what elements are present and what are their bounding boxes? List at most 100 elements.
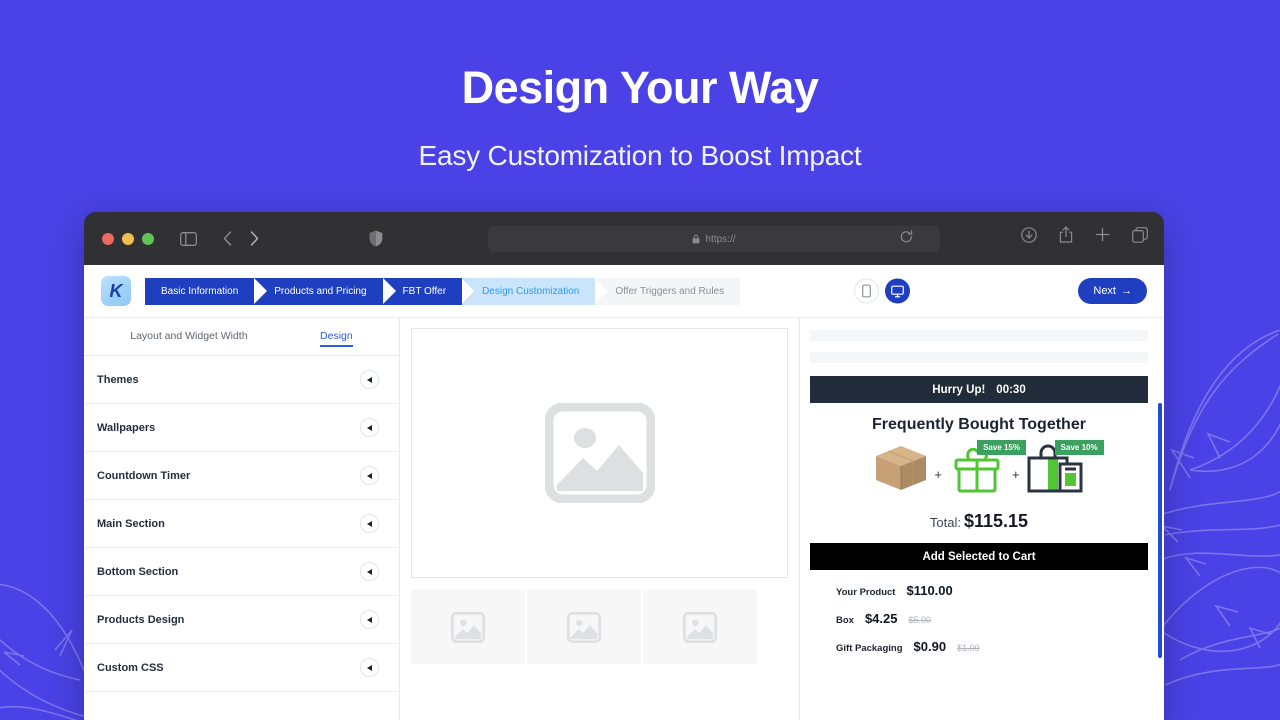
tab-layout-and-widget-width[interactable]: Layout and Widget Width: [130, 330, 247, 344]
widget-title: Frequently Bought Together: [872, 416, 1086, 433]
step-label: FBT Offer: [402, 285, 447, 297]
sidebar-item-products-design[interactable]: Products Design: [84, 596, 399, 644]
image-placeholder-icon: [683, 611, 717, 643]
sidebar-item-label: Custom CSS: [97, 661, 164, 674]
tab-design[interactable]: Design: [320, 330, 353, 347]
step-design-customization[interactable]: Design Customization: [462, 277, 609, 305]
sidebar-item-label: Countdown Timer: [97, 469, 191, 482]
desktop-icon[interactable]: [885, 278, 910, 304]
chevron-left-icon[interactable]: [360, 658, 379, 677]
line-item-box: Box $4.25 $5.00: [810, 611, 1148, 626]
reload-icon[interactable]: [900, 230, 913, 244]
thumbnail-3[interactable]: [643, 590, 757, 664]
step-products-and-pricing[interactable]: Products and Pricing: [254, 277, 396, 305]
mobile-icon[interactable]: [854, 278, 879, 304]
thumbnail-2[interactable]: [527, 590, 641, 664]
chevron-left-icon[interactable]: [360, 562, 379, 581]
sidebar-item-wallpapers[interactable]: Wallpapers: [84, 404, 399, 452]
sidebar-icon[interactable]: [180, 231, 197, 246]
step-basic-information[interactable]: Basic Information: [145, 277, 268, 305]
line-item-gift-packaging: Gift Packaging $0.90 $1.00: [810, 639, 1148, 654]
image-placeholder-icon: [567, 611, 601, 643]
vertical-scrollbar[interactable]: [1158, 403, 1162, 658]
sidebar-item-themes[interactable]: Themes: [84, 356, 399, 404]
sidebar-item-label: Products Design: [97, 613, 185, 626]
skeleton-bar: [810, 352, 1148, 363]
line-item-your-product: Your Product $110.00: [810, 583, 1148, 598]
page-root: Design Your Way Easy Customization to Bo…: [0, 0, 1280, 720]
lock-icon: [693, 234, 700, 244]
device-toggle: [854, 278, 910, 304]
sidebar-item-bottom-section[interactable]: Bottom Section: [84, 548, 399, 596]
app-logo[interactable]: K: [101, 276, 131, 306]
maximize-window-button[interactable]: [142, 232, 154, 245]
arrow-right-icon: →: [1121, 285, 1132, 297]
line-item-price: $4.25: [864, 611, 898, 626]
forward-icon[interactable]: [250, 231, 259, 246]
chevron-left-icon[interactable]: [360, 514, 379, 533]
image-placeholder-icon: [451, 611, 485, 643]
line-item-old-price: $1.00: [957, 643, 980, 653]
countdown-time: 00:30: [996, 383, 1026, 396]
wizard-steps: Basic Information Products and Pricing F…: [145, 277, 741, 305]
back-icon[interactable]: [223, 231, 232, 246]
chevron-left-icon[interactable]: [360, 418, 379, 437]
minimize-window-button[interactable]: [122, 232, 134, 245]
countdown-label: Hurry Up!: [932, 383, 986, 396]
leaf-art-right: [1160, 330, 1280, 686]
chevron-left-icon[interactable]: [360, 466, 379, 485]
sidebar-item-label: Main Section: [97, 517, 165, 530]
sidebar-item-label: Bottom Section: [97, 565, 179, 578]
design-sidebar: Layout and Widget Width Design Themes Wa…: [84, 318, 400, 720]
save-badge-15: Save 15%: [977, 440, 1026, 455]
sidebar-item-custom-css[interactable]: Custom CSS: [84, 644, 399, 692]
save-badge-10: Save 10%: [1054, 440, 1104, 455]
new-tab-icon[interactable]: [1095, 227, 1110, 242]
browser-window: https:// K Basic Information Products an…: [84, 212, 1164, 720]
bundle-products: + Save 15% + Save 10%: [810, 440, 1148, 499]
next-button-label: Next: [1093, 285, 1116, 297]
chevron-left-icon[interactable]: [360, 610, 379, 629]
step-fbt-offer[interactable]: FBT Offer: [382, 277, 475, 305]
total-row: Total: $115.15: [810, 511, 1148, 532]
page-title: Design Your Way: [461, 62, 819, 113]
countdown-banner: Hurry Up! 00:30: [810, 376, 1148, 403]
product-2[interactable]: Save 15%: [946, 440, 1026, 499]
step-label: Products and Pricing: [274, 285, 367, 297]
product-1[interactable]: [872, 440, 930, 499]
close-window-button[interactable]: [102, 232, 114, 245]
step-label: Offer Triggers and Rules: [615, 285, 725, 297]
sidebar-item-label: Themes: [97, 373, 139, 386]
line-item-old-price: $5.00: [908, 615, 932, 625]
plus-separator: +: [934, 467, 942, 482]
navigation-arrows: [223, 231, 259, 246]
sidebar-item-label: Wallpapers: [97, 421, 156, 434]
cardboard-box-icon: [876, 446, 927, 490]
plus-separator: +: [1012, 467, 1020, 482]
traffic-lights: [102, 232, 154, 245]
line-item-name: Your Product: [836, 587, 896, 598]
share-icon[interactable]: [1059, 226, 1073, 243]
line-item-name: Gift Packaging: [836, 643, 903, 654]
address-bar[interactable]: https://: [488, 226, 940, 252]
step-label: Basic Information: [161, 285, 239, 297]
next-button[interactable]: Next →: [1078, 278, 1147, 304]
thumbnail-1[interactable]: [411, 590, 525, 664]
line-item-price: $0.90: [913, 639, 947, 654]
main-product-image[interactable]: [411, 328, 788, 578]
total-value: $115.15: [964, 511, 1029, 531]
sidebar-item-main-section[interactable]: Main Section: [84, 500, 399, 548]
chevron-left-icon[interactable]: [360, 370, 379, 389]
product-3[interactable]: Save 10%: [1024, 440, 1104, 499]
page-subtitle: Easy Customization to Boost Impact: [418, 140, 862, 171]
shield-icon[interactable]: [369, 230, 383, 247]
url-text: https://: [705, 233, 736, 245]
step-offer-triggers-and-rules[interactable]: Offer Triggers and Rules: [595, 277, 741, 305]
sidebar-item-countdown-timer[interactable]: Countdown Timer: [84, 452, 399, 500]
download-icon[interactable]: [1021, 226, 1037, 243]
workspace: Layout and Widget Width Design Themes Wa…: [84, 318, 1164, 720]
tabs-icon[interactable]: [1132, 226, 1148, 243]
thumbnail-row: [411, 590, 788, 664]
add-to-cart-button[interactable]: Add Selected to Cart: [810, 543, 1148, 570]
hero: Design Your Way Easy Customization to Bo…: [0, 0, 1280, 172]
